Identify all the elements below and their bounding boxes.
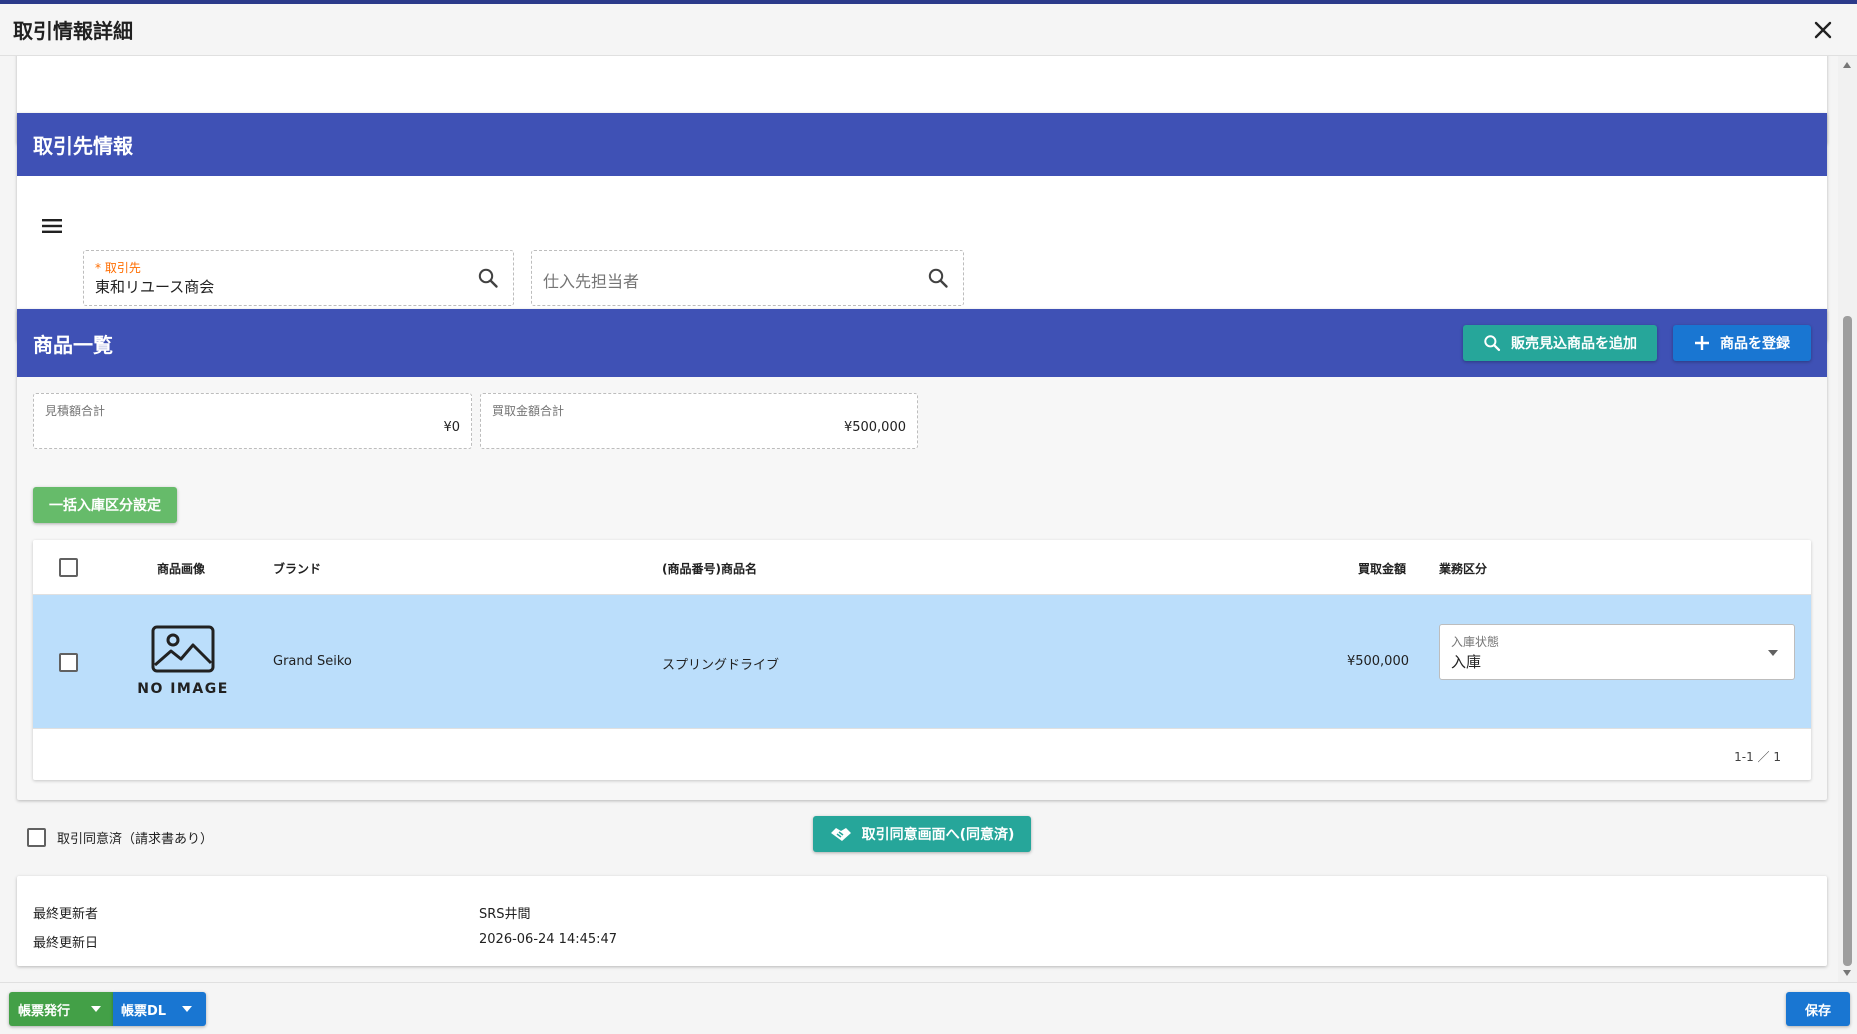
select-all-checkbox[interactable] — [59, 558, 78, 577]
partner-search-button[interactable] — [477, 267, 499, 289]
column-header-name: (商品番号)商品名 — [662, 562, 757, 576]
purchase-total-field: 買取金額合計 ¥500,000 — [480, 393, 918, 449]
column-header-brand: ブランド — [273, 562, 322, 576]
partner-info-header: 取引先情報 — [17, 113, 1827, 176]
stock-status-select[interactable]: 入庫状態 入庫 — [1439, 624, 1795, 680]
estimate-total-label: 見積額合計 — [45, 404, 106, 418]
product-table: 商品画像 ブランド (商品番号)商品名 買取金額 業務区分 NO IMAGE G… — [33, 540, 1811, 780]
menu-icon — [42, 219, 62, 233]
search-icon — [1484, 335, 1501, 352]
register-product-button[interactable]: 商品を登録 — [1673, 325, 1811, 361]
updated-at-label: 最終更新日 — [33, 936, 99, 951]
table-header-row: 商品画像 ブランド (商品番号)商品名 買取金額 業務区分 — [33, 540, 1811, 595]
scroll-down-arrow-icon[interactable] — [1843, 970, 1851, 976]
table-row[interactable]: NO IMAGE Grand Seiko スプリングドライブ ¥500,000 … — [33, 595, 1811, 729]
no-image-text: NO IMAGE — [137, 681, 229, 697]
agreement-screen-button[interactable]: 取引同意画面へ(同意済) — [813, 816, 1031, 852]
updated-by-label: 最終更新者 — [33, 907, 99, 922]
product-list-title: 商品一覧 — [33, 332, 113, 357]
scroll-up-arrow-icon[interactable] — [1843, 62, 1851, 68]
supplier-staff-field[interactable]: 仕入先担当者 — [531, 250, 964, 306]
required-mark: * — [95, 261, 101, 275]
updated-by-value: SRS井間 — [479, 907, 531, 922]
agreement-checkbox-group[interactable]: 取引同意済（請求書あり） — [27, 826, 213, 848]
plus-icon — [1695, 336, 1709, 350]
column-header-image: 商品画像 — [157, 562, 206, 576]
column-header-business-type: 業務区分 — [1439, 562, 1488, 576]
update-info-card: 最終更新者 SRS井間 最終更新日 2026-06-24 14:45:47 — [17, 876, 1827, 966]
vertical-scrollbar[interactable] — [1838, 56, 1857, 982]
purchase-total-value: ¥500,000 — [843, 420, 906, 435]
agreement-checkbox-label: 取引同意済（請求書あり） — [57, 831, 214, 847]
purchase-total-label: 買取金額合計 — [492, 404, 565, 418]
supplier-staff-placeholder: 仕入先担当者 — [543, 272, 640, 291]
scroll-thumb[interactable] — [1843, 316, 1852, 966]
stock-status-label: 入庫状態 — [1451, 635, 1500, 649]
save-button[interactable]: 保存 — [1786, 992, 1850, 1026]
estimate-total-value: ¥0 — [443, 420, 460, 435]
issue-document-button[interactable]: 帳票発行 — [9, 992, 113, 1026]
partner-field[interactable]: * 取引先 東和リユース商会 — [83, 250, 514, 306]
image-placeholder-icon — [151, 625, 215, 673]
close-icon — [1814, 21, 1832, 39]
partner-field-value: 東和リユース商会 — [95, 278, 215, 296]
row-price: ¥500,000 — [1346, 654, 1409, 669]
stock-status-value: 入庫 — [1451, 653, 1482, 671]
column-header-price: 買取金額 — [1358, 562, 1407, 576]
dialog-titlebar: 取引情報詳細 — [0, 4, 1857, 56]
partner-field-label: * 取引先 — [95, 261, 141, 275]
partner-info-card: 取引先情報 * 取引先 東和リユース商会 仕入先担当者 — [17, 113, 1827, 341]
agreement-checkbox[interactable] — [27, 827, 46, 847]
supplier-search-button[interactable] — [927, 267, 949, 289]
add-sales-product-button[interactable]: 販売見込商品を追加 — [1463, 325, 1657, 361]
partner-info-title: 取引先情報 — [33, 134, 133, 158]
dropdown-arrow-icon — [1768, 650, 1778, 656]
dialog-title: 取引情報詳細 — [13, 19, 133, 43]
close-button[interactable] — [1811, 18, 1835, 42]
row-product-name: スプリングドライブ — [662, 658, 780, 673]
footer-bar: 帳票発行 帳票DL 保存 — [0, 982, 1857, 1034]
search-icon — [928, 268, 948, 288]
row-brand: Grand Seiko — [273, 654, 352, 669]
pagination-info: 1-1 ／ 1 — [1734, 750, 1781, 764]
search-icon — [478, 268, 498, 288]
download-document-button[interactable]: 帳票DL — [113, 992, 206, 1026]
dropdown-arrow-icon — [182, 1006, 192, 1012]
row-checkbox[interactable] — [59, 653, 78, 672]
handshake-icon — [830, 828, 851, 841]
product-list-card: 商品一覧 販売見込商品を追加 商品を登録 見積額合計 ¥0 買取金額合計 ¥50… — [17, 309, 1827, 800]
bulk-stock-setting-button[interactable]: 一括入庫区分設定 — [33, 487, 177, 523]
dropdown-arrow-icon — [91, 1006, 101, 1012]
menu-button[interactable] — [39, 215, 65, 237]
estimate-total-field: 見積額合計 ¥0 — [33, 393, 472, 449]
updated-at-value: 2026-06-24 14:45:47 — [479, 932, 618, 947]
product-image: NO IMAGE — [133, 625, 233, 705]
dialog-content[interactable]: 取引先情報 * 取引先 東和リユース商会 仕入先担当者 商品一覧 販売見込商品を… — [0, 56, 1838, 982]
